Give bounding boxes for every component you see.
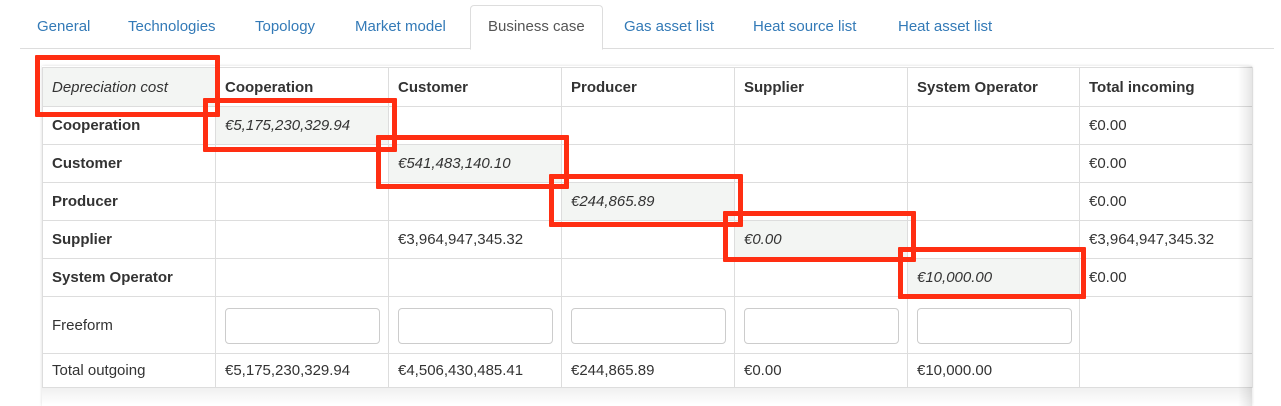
tab-topology[interactable]: Topology bbox=[238, 5, 332, 49]
total-outgoing-label: Total outgoing bbox=[42, 353, 216, 388]
table-cell bbox=[561, 258, 735, 297]
tab-business-case[interactable]: Business case bbox=[470, 5, 603, 50]
freeform-cell bbox=[734, 296, 908, 354]
table-cell bbox=[734, 106, 908, 145]
table-cell bbox=[907, 144, 1080, 183]
table-cell: €3,964,947,345.32 bbox=[388, 220, 562, 259]
table-cell bbox=[215, 258, 389, 297]
tab-bar: General Technologies Topology Market mod… bbox=[20, 5, 1274, 50]
total-outgoing-cell: €10,000.00 bbox=[907, 353, 1080, 388]
table-cell: €244,865.89 bbox=[561, 182, 735, 221]
row-header: System Operator bbox=[42, 258, 216, 297]
table-cell bbox=[388, 106, 562, 145]
column-header: Producer bbox=[561, 67, 735, 107]
tab-heat-source-list[interactable]: Heat source list bbox=[736, 5, 873, 49]
table-cell bbox=[388, 258, 562, 297]
total-outgoing-row: Total outgoing €5,175,230,329.94 €4,506,… bbox=[42, 353, 1253, 388]
table-cell bbox=[561, 144, 735, 183]
tab-market-model[interactable]: Market model bbox=[338, 5, 463, 49]
column-header: Total incoming bbox=[1079, 67, 1253, 107]
table-cell: €10,000.00 bbox=[907, 258, 1080, 297]
table-row: Producer €244,865.89 €0.00 bbox=[42, 182, 1253, 221]
freeform-cell bbox=[215, 296, 389, 354]
table-row: Supplier €3,964,947,345.32 €0.00 €3,964,… bbox=[42, 220, 1253, 259]
column-header: Supplier bbox=[734, 67, 908, 107]
freeform-input-cooperation[interactable] bbox=[225, 307, 380, 344]
freeform-input-producer[interactable] bbox=[571, 307, 726, 344]
total-incoming-cell: €0.00 bbox=[1079, 182, 1253, 221]
total-incoming-cell: €0.00 bbox=[1079, 258, 1253, 297]
table-cell: €541,483,140.10 bbox=[388, 144, 562, 183]
tab-gas-asset-list[interactable]: Gas asset list bbox=[607, 5, 731, 49]
table-cell: €5,175,230,329.94 bbox=[215, 106, 389, 145]
business-case-table: Depreciation cost Cooperation Customer P… bbox=[42, 67, 1253, 388]
total-incoming-cell: €3,964,947,345.32 bbox=[1079, 220, 1253, 259]
total-outgoing-cell: €0.00 bbox=[734, 353, 908, 388]
tab-heat-asset-list[interactable]: Heat asset list bbox=[881, 5, 1009, 49]
table-cell bbox=[907, 220, 1080, 259]
row-header: Supplier bbox=[42, 220, 216, 259]
total-incoming-cell: €0.00 bbox=[1079, 144, 1253, 183]
table-cell bbox=[388, 182, 562, 221]
column-header: Cooperation bbox=[215, 67, 389, 107]
freeform-cell bbox=[1079, 296, 1253, 354]
table-row: Cooperation €5,175,230,329.94 €0.00 bbox=[42, 106, 1253, 145]
table-row: Customer €541,483,140.10 €0.00 bbox=[42, 144, 1253, 183]
freeform-cell bbox=[388, 296, 562, 354]
table-cell bbox=[215, 144, 389, 183]
freeform-input-customer[interactable] bbox=[398, 307, 553, 344]
total-outgoing-cell: €5,175,230,329.94 bbox=[215, 353, 389, 388]
freeform-input-system-operator[interactable] bbox=[917, 307, 1072, 344]
panel-bottom-shadow bbox=[42, 388, 1252, 405]
table-cell bbox=[907, 106, 1080, 145]
total-outgoing-cell bbox=[1079, 353, 1253, 388]
tab-general[interactable]: General bbox=[20, 5, 107, 49]
total-outgoing-cell: €244,865.89 bbox=[561, 353, 735, 388]
table-cell bbox=[215, 182, 389, 221]
freeform-input-supplier[interactable] bbox=[744, 307, 899, 344]
total-incoming-cell: €0.00 bbox=[1079, 106, 1253, 145]
tab-technologies[interactable]: Technologies bbox=[111, 5, 233, 49]
table-cell bbox=[734, 144, 908, 183]
freeform-row: Freeform bbox=[42, 296, 1253, 354]
table-header-row: Depreciation cost Cooperation Customer P… bbox=[42, 67, 1253, 107]
panel-scroll-shadow bbox=[1238, 66, 1252, 406]
table-row: System Operator €10,000.00 €0.00 bbox=[42, 258, 1253, 297]
row-header: Producer bbox=[42, 182, 216, 221]
table-cell bbox=[561, 220, 735, 259]
depreciation-cost-header: Depreciation cost bbox=[42, 67, 216, 107]
total-outgoing-cell: €4,506,430,485.41 bbox=[388, 353, 562, 388]
table-cell bbox=[907, 182, 1080, 221]
column-header: Customer bbox=[388, 67, 562, 107]
row-header: Cooperation bbox=[42, 106, 216, 145]
freeform-cell bbox=[907, 296, 1080, 354]
table-cell bbox=[215, 220, 389, 259]
table-cell: €0.00 bbox=[734, 220, 908, 259]
row-header: Customer bbox=[42, 144, 216, 183]
table-cell bbox=[561, 106, 735, 145]
column-header: System Operator bbox=[907, 67, 1080, 107]
table-cell bbox=[734, 182, 908, 221]
table-cell bbox=[734, 258, 908, 297]
freeform-cell bbox=[561, 296, 735, 354]
freeform-label: Freeform bbox=[42, 296, 216, 354]
